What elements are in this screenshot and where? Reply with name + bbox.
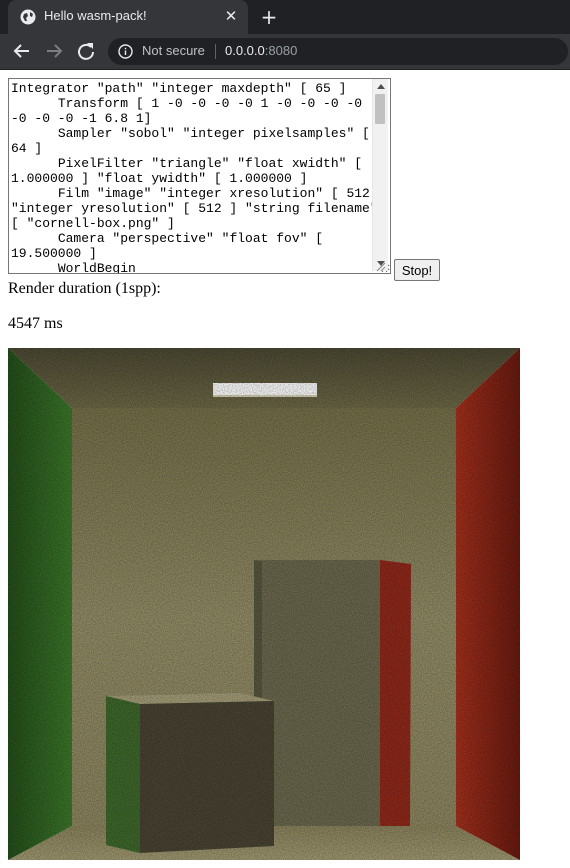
scroll-up-arrow-icon[interactable] (377, 84, 385, 89)
cornell-box-render (8, 348, 520, 860)
scrollbar-thumb[interactable] (375, 94, 385, 124)
browser-toolbar: Not secure 0.0.0.0:8080 (0, 34, 570, 70)
stop-button[interactable]: Stop! (394, 259, 440, 281)
address-bar[interactable]: Not secure 0.0.0.0:8080 (108, 38, 568, 65)
reload-icon[interactable] (74, 40, 98, 62)
render-duration-value: 4547 ms (8, 315, 63, 332)
url-text[interactable]: 0.0.0.0:8080 (225, 43, 297, 58)
new-tab-icon[interactable]: + (258, 6, 280, 28)
url-port: :8080 (264, 43, 298, 58)
scene-description-textarea[interactable]: Integrator "path" "integer maxdepth" [ 6… (8, 78, 391, 274)
globe-icon (20, 9, 36, 25)
info-icon[interactable] (118, 44, 133, 59)
url-host: 0.0.0.0 (225, 43, 265, 58)
back-arrow-icon[interactable] (10, 40, 34, 62)
tab-title: Hello wasm-pack! (44, 8, 147, 23)
forward-arrow-icon[interactable] (42, 40, 66, 62)
render-noise (8, 348, 520, 860)
render-duration-label: Render duration (1spp): (8, 280, 161, 297)
textarea-scrollbar[interactable] (372, 79, 388, 271)
resize-grip-icon[interactable] (374, 260, 386, 272)
security-status: Not secure (142, 43, 205, 58)
omnibox-divider (215, 44, 216, 59)
close-tab-icon[interactable]: ✕ (222, 7, 240, 25)
tab-bar: Hello wasm-pack! ✕ + (0, 0, 570, 34)
browser-tab[interactable]: Hello wasm-pack! ✕ (8, 0, 248, 34)
